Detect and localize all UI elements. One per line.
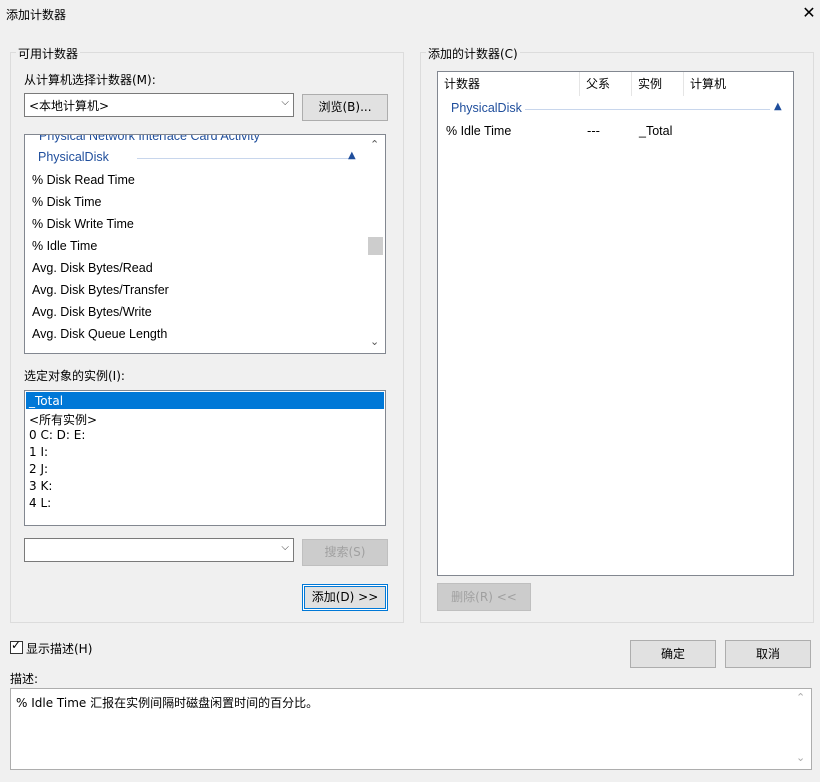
column-header-parent[interactable]: 父系: [580, 72, 632, 96]
instances-label: 选定对象的实例(I):: [24, 369, 125, 383]
column-header-instance[interactable]: 实例: [632, 72, 684, 96]
scroll-up-icon[interactable]: ⌃: [796, 691, 805, 704]
instance-item[interactable]: 1 I:: [29, 445, 48, 459]
scroll-up-icon[interactable]: ⌃: [370, 138, 379, 151]
counter-item[interactable]: % Disk Time: [32, 195, 101, 209]
scroll-thumb[interactable]: [368, 237, 383, 255]
description-text: % Idle Time 汇报在实例间隔时磁盘闲置时间的百分比。: [16, 696, 319, 710]
machine-select[interactable]: <本地计算机> ⌵: [24, 93, 294, 117]
chevron-down-icon: ⌵: [281, 97, 289, 108]
window-title: 添加计数器: [6, 8, 67, 22]
counter-item[interactable]: Avg. Disk Queue Length: [32, 327, 167, 341]
column-header-computer[interactable]: 计算机: [684, 72, 790, 96]
machine-label: 从计算机选择计数器(M):: [24, 73, 156, 87]
added-row-counter[interactable]: % Idle Time: [446, 124, 511, 138]
instance-item[interactable]: 2 J:: [29, 462, 48, 476]
ok-button[interactable]: 确定: [630, 640, 716, 668]
list-item-partial[interactable]: Physical Network Interface Card Activity: [39, 135, 260, 143]
check-icon: ✓: [11, 638, 22, 652]
instance-item[interactable]: 0 C: D: E:: [29, 428, 85, 442]
scroll-down-icon[interactable]: ⌄: [370, 335, 379, 348]
counter-item[interactable]: % Disk Write Time: [32, 217, 134, 231]
close-icon[interactable]: ✕: [800, 4, 818, 22]
counter-item[interactable]: Avg. Disk Bytes/Transfer: [32, 283, 169, 297]
counter-item[interactable]: % Idle Time: [32, 239, 97, 253]
instance-item[interactable]: _Total: [29, 394, 63, 408]
added-category-divider: [525, 109, 770, 110]
counter-item[interactable]: Avg. Disk Bytes/Write: [32, 305, 152, 319]
category-physicaldisk[interactable]: PhysicalDisk: [38, 150, 109, 164]
show-description-label[interactable]: 显示描述(H): [26, 640, 92, 657]
chevron-down-icon: ⌵: [281, 542, 289, 553]
instance-item-selected[interactable]: [26, 392, 384, 409]
available-counters-legend: 可用计数器: [16, 45, 81, 62]
search-input[interactable]: ⌵: [24, 538, 294, 562]
instance-item[interactable]: 3 K:: [29, 479, 52, 493]
counter-list[interactable]: Physical Network Interface Card Activity…: [24, 134, 386, 354]
counter-item[interactable]: % Disk Read Time: [32, 173, 135, 187]
browse-button[interactable]: 浏览(B)...: [302, 94, 388, 121]
added-category-physicaldisk[interactable]: PhysicalDisk: [451, 101, 522, 115]
add-button[interactable]: 添加(D) >>: [302, 584, 388, 611]
added-counters-legend: 添加的计数器(C): [426, 45, 520, 62]
description-box[interactable]: % Idle Time 汇报在实例间隔时磁盘闲置时间的百分比。 ⌃ ⌄: [10, 688, 812, 770]
collapse-icon[interactable]: ▲: [348, 150, 356, 161]
show-description-checkbox[interactable]: ✓: [10, 638, 23, 654]
scrollbar[interactable]: ⌃ ⌄: [367, 135, 385, 353]
instance-item[interactable]: 4 L:: [29, 496, 51, 510]
category-divider: [137, 158, 352, 159]
counter-item[interactable]: Avg. Disk Bytes/Read: [32, 261, 153, 275]
instance-item[interactable]: <所有实例>: [29, 411, 97, 428]
added-counters-list[interactable]: 计数器 父系 实例 计算机 PhysicalDisk ▲ % Idle Time…: [437, 71, 794, 576]
remove-button[interactable]: 删除(R) <<: [437, 583, 531, 611]
column-header-counter[interactable]: 计数器: [438, 72, 580, 96]
collapse-icon[interactable]: ▲: [774, 101, 782, 112]
scroll-down-icon[interactable]: ⌄: [796, 751, 805, 764]
instance-list[interactable]: _Total <所有实例> 0 C: D: E: 1 I: 2 J: 3 K: …: [24, 390, 386, 526]
machine-select-value: <本地计算机>: [29, 99, 110, 113]
cancel-button[interactable]: 取消: [725, 640, 811, 668]
added-row-instance[interactable]: _Total: [639, 124, 672, 138]
description-label: 描述:: [10, 672, 39, 686]
added-row-parent[interactable]: ---: [587, 124, 600, 138]
search-button[interactable]: 搜索(S): [302, 539, 388, 566]
